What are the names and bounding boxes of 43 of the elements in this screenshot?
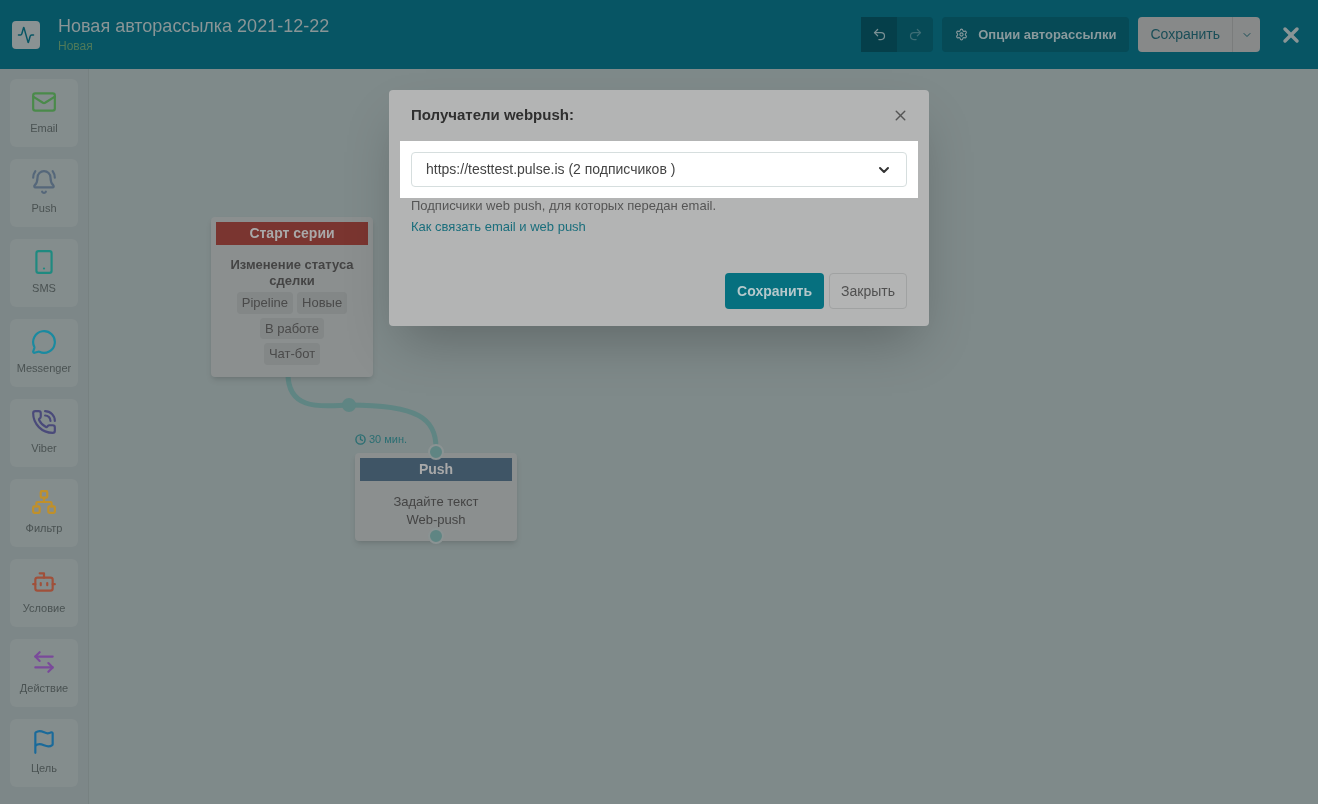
sidebar-item[interactable]: Push	[10, 159, 78, 227]
node-title: Изменение статуса сделки	[229, 257, 355, 289]
sidebar-item[interactable]: Email	[10, 79, 78, 147]
node-header: Push	[360, 458, 512, 481]
node-header: Старт серии	[216, 222, 368, 245]
sidebar-item[interactable]: Условие	[10, 559, 78, 627]
sidebar-item[interactable]: SMS	[10, 239, 78, 307]
close-button[interactable]: Закрыть	[829, 273, 907, 309]
element-icon	[31, 649, 57, 676]
settings-icon	[955, 28, 969, 41]
flow-node[interactable]: Старт серии Изменение статуса сделки Pipeline Новые В работе Чат-бот	[211, 217, 373, 377]
help-link[interactable]: Как связать email и web push	[411, 216, 586, 236]
delay-label: 30 мин.	[369, 432, 408, 447]
flow-node[interactable]: Push Задайте текст Web-push	[355, 453, 517, 541]
sidebar-item[interactable]: Действие	[10, 639, 78, 707]
element-icon	[31, 729, 57, 756]
options-button[interactable]: Опции авторассылки	[942, 17, 1130, 52]
node-tag: Чат-бот	[263, 343, 321, 365]
node-text: Задайте текст Web-push	[392, 493, 480, 529]
undo-button[interactable]	[861, 17, 898, 52]
node-tag: В работе	[259, 317, 325, 339]
clock-icon	[355, 433, 366, 445]
status-label: Новая	[58, 37, 94, 55]
output-port[interactable]	[428, 528, 444, 544]
sidebar-item[interactable]: Фильтр	[10, 479, 78, 547]
page-title: Новая авторассылка 2021-12-22	[58, 14, 330, 37]
element-icon	[31, 169, 57, 196]
sidebar-item[interactable]: Messenger	[10, 319, 78, 387]
element-icon	[31, 489, 57, 516]
element-icon	[31, 409, 57, 436]
redo-icon	[907, 27, 923, 42]
app-logo-icon[interactable]	[12, 20, 40, 49]
node-tag: Новые	[297, 292, 348, 314]
hint-text: Подписчики web push, для которых передан email.	[411, 197, 718, 215]
element-icon	[31, 329, 57, 356]
save-button[interactable]: Сохранить	[725, 273, 825, 309]
input-port[interactable]	[428, 444, 444, 460]
sidebar-item[interactable]: Цель	[10, 719, 78, 787]
node-tag: Pipeline	[236, 292, 294, 314]
dialog-title: Получатели webpush:	[411, 104, 574, 125]
sidebar-item[interactable]: Viber	[10, 399, 78, 467]
site-select[interactable]: https://testtest.pulse.is (2 подписчиков )	[411, 152, 907, 187]
undo-icon	[871, 27, 887, 42]
